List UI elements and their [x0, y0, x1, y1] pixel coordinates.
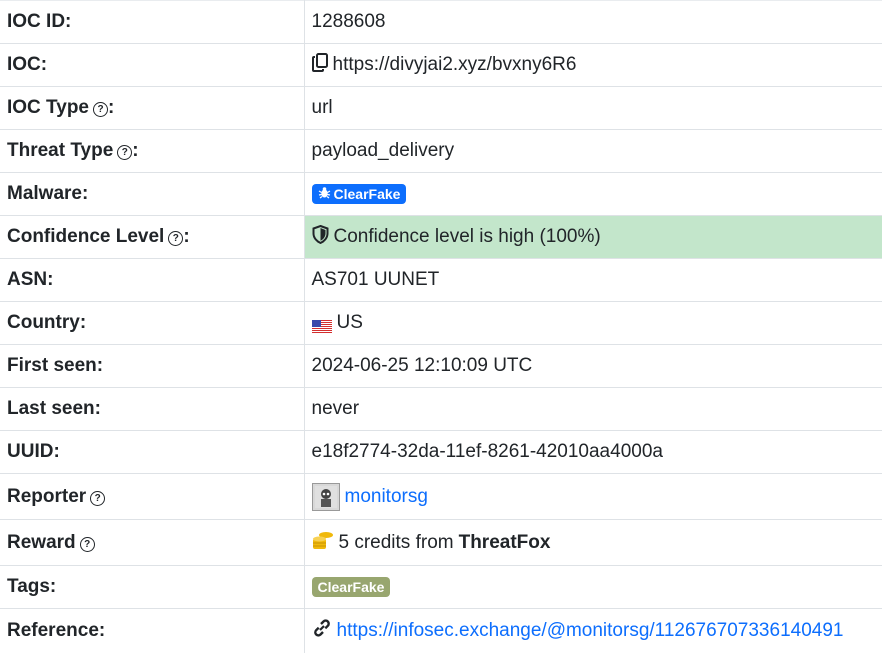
question-circle-icon[interactable]: ?	[90, 490, 106, 506]
threat-type-value: payload_delivery	[304, 129, 882, 173]
reference-link[interactable]: https://infosec.exchange/@monitorsg/1126…	[337, 620, 844, 642]
reward-source: ThreatFox	[458, 531, 551, 553]
reporter-label: Reporter	[7, 485, 87, 507]
last-seen-label: Last seen:	[0, 387, 305, 431]
reference-label: Reference:	[0, 608, 305, 653]
ioc-type-label: IOC Type	[7, 97, 89, 118]
row-country: Country: US	[0, 301, 882, 345]
confidence-value: Confidence level is high (100%)	[333, 226, 601, 247]
copy-icon[interactable]	[311, 52, 328, 78]
tag-badge[interactable]: ClearFake	[311, 577, 391, 597]
link-icon	[312, 619, 332, 643]
confidence-label: Confidence Level	[7, 226, 165, 247]
uuid-label: UUID:	[0, 430, 305, 474]
threat-type-label: Threat Type	[7, 140, 114, 161]
coins-icon	[312, 530, 334, 556]
ioc-label: IOC:	[0, 43, 305, 87]
reward-text: 5 credits from	[338, 531, 454, 553]
row-malware: Malware: ClearFake	[0, 172, 882, 216]
row-last-seen: Last seen: never	[0, 387, 882, 431]
bug-icon	[318, 186, 331, 202]
ioc-id-value: 1288608	[304, 0, 882, 44]
row-ioc-type: IOC Type?: url	[0, 86, 882, 130]
ioc-type-value: url	[304, 86, 882, 130]
country-label: Country:	[0, 301, 305, 345]
us-flag-icon	[311, 317, 332, 333]
uuid-value: e18f2774-32da-11ef-8261-42010aa4000a	[304, 430, 882, 474]
tags-label: Tags:	[0, 565, 305, 609]
asn-label: ASN:	[0, 258, 305, 302]
ioc-value: https://divyjai2.xyz/bvxny6R6	[332, 54, 577, 75]
row-ioc-id: IOC ID: 1288608	[0, 0, 882, 44]
ioc-id-label: IOC ID:	[0, 0, 305, 44]
first-seen-label: First seen:	[0, 344, 305, 388]
ioc-details-table: IOC ID: 1288608 IOC: https://divyjai2.xy…	[0, 0, 882, 653]
asn-value: AS701 UUNET	[304, 258, 882, 302]
reporter-link[interactable]: monitorsg	[345, 486, 428, 508]
row-confidence: Confidence Level?: Confidence level is h…	[0, 215, 882, 259]
country-value: US	[336, 312, 363, 333]
question-circle-icon[interactable]: ?	[79, 536, 95, 552]
last-seen-value: never	[304, 387, 882, 431]
avatar	[311, 482, 340, 511]
question-circle-icon[interactable]: ?	[168, 231, 184, 246]
row-first-seen: First seen: 2024-06-25 12:10:09 UTC	[0, 344, 882, 388]
row-threat-type: Threat Type?: payload_delivery	[0, 129, 882, 173]
question-circle-icon[interactable]: ?	[117, 145, 133, 160]
row-reporter: Reporter? monitorsg	[0, 473, 882, 520]
shield-icon	[312, 224, 329, 250]
row-asn: ASN: AS701 UUNET	[0, 258, 882, 302]
malware-label: Malware:	[0, 172, 305, 216]
row-reward: Reward? 5 credits from ThreatFox	[0, 519, 882, 566]
malware-badge[interactable]: ClearFake	[311, 184, 407, 204]
row-ioc: IOC: https://divyjai2.xyz/bvxny6R6	[0, 43, 882, 87]
row-uuid: UUID: e18f2774-32da-11ef-8261-42010aa400…	[0, 430, 882, 474]
question-circle-icon[interactable]: ?	[93, 102, 108, 117]
malware-badge-label: ClearFake	[333, 186, 401, 202]
row-tags: Tags: ClearFake	[0, 565, 882, 609]
row-reference: Reference: https://infosec.exchange/@mon…	[0, 608, 882, 653]
first-seen-value: 2024-06-25 12:10:09 UTC	[304, 344, 882, 388]
reward-label: Reward	[7, 531, 76, 553]
